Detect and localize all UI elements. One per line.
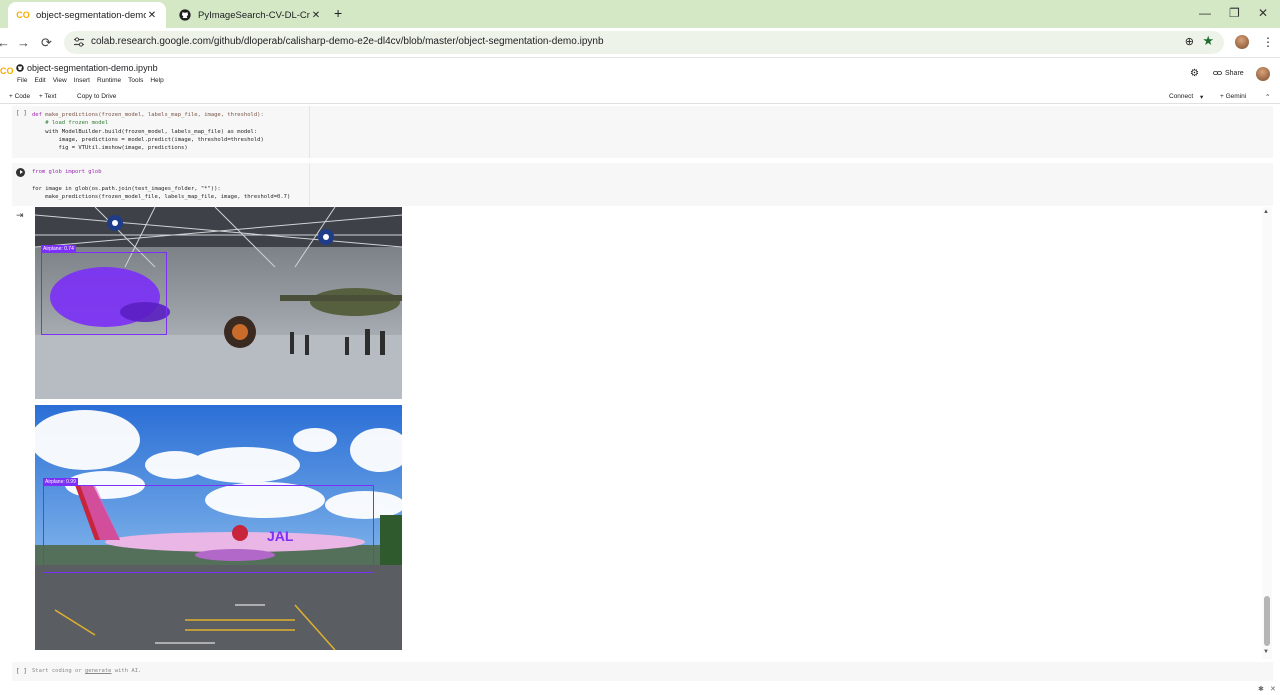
status-close-icon[interactable]: ✕ [1270,685,1276,693]
code-line: with ModelBuilder.build(frozen_model, la… [32,128,258,135]
menu-view[interactable]: View [53,77,67,84]
tab-title: object-segmentation-demo.ipy [36,9,146,21]
code-line: from glob import glob [32,169,102,175]
cell-divider [309,163,310,206]
notebook-title-text: object-segmentation-demo.ipynb [27,63,158,73]
code-cell[interactable]: from glob import glob for image in glob(… [12,163,1273,206]
github-icon [16,64,24,72]
empty-code-cell[interactable]: [ ] Start coding or generate with AI. [12,662,1273,681]
tab-colab[interactable]: CO object-segmentation-demo.ipy ✕ [8,2,166,28]
gemini-button[interactable]: + Gemini [1220,93,1246,100]
reload-button[interactable]: ⟳ [41,35,52,51]
connect-button[interactable]: Connect [1169,93,1193,100]
output-image-airliner: JAL Airplane: 0.99 [35,405,402,650]
minimize-button[interactable]: — [1199,6,1211,20]
copy-to-drive-button[interactable]: Copy to Drive [77,93,116,100]
generate-link[interactable]: generate [85,668,112,674]
url-text: colab.research.google.com/github/dlopera… [91,36,604,47]
detection-box: Airplane: 0.99 [43,478,374,573]
notebook-toolbar: + Code + Text Copy to Drive Connect ▾ + … [0,89,1280,104]
colab-header: CO object-segmentation-demo.ipynb File E… [0,59,1280,89]
code-line: image, predictions = model.predict(image… [32,136,264,143]
output-scrollbar-thumb[interactable] [1264,596,1270,646]
add-code-button[interactable]: + Code [9,93,30,100]
placeholder-text: with AI. [111,668,142,674]
colab-logo[interactable]: CO [0,66,14,76]
run-cell-button[interactable] [16,168,25,177]
close-tab-icon[interactable]: ✕ [310,10,322,21]
placeholder-text: Start coding or [32,668,85,674]
cell-divider [309,106,310,158]
add-text-button[interactable]: + Text [39,93,56,100]
link-icon [1213,71,1222,75]
scroll-up-arrow[interactable]: ▲ [1263,209,1269,215]
restore-button[interactable]: ❐ [1229,6,1240,20]
code-cell[interactable]: [ ] def make_predictions(frozen_model, l… [12,106,1273,158]
collapse-header-icon[interactable]: ⌃ [1265,93,1270,101]
status-gear-icon[interactable]: ✱ [1258,685,1264,693]
address-bar[interactable]: colab.research.google.com/github/dlopera… [64,31,1224,54]
menu-tools[interactable]: Tools [128,77,143,84]
close-window-button[interactable]: ✕ [1258,6,1268,20]
output-scrollbar-track[interactable] [1262,207,1272,659]
cell-output: Airplane: 0.74 JAL Airplane: 0.99 [30,206,1262,659]
back-button[interactable]: ← [0,35,10,50]
detection-label: Airplane: 0.74 [41,245,76,253]
code-editor[interactable]: def make_predictions(frozen_model, label… [32,111,264,152]
code-editor[interactable]: from glob import glob for image in glob(… [32,168,290,201]
zoom-icon[interactable]: ⊕ [1185,35,1194,48]
site-info-icon[interactable] [73,36,85,48]
new-tab-button[interactable]: + [334,5,342,21]
settings-gear-icon[interactable]: ⚙ [1190,68,1199,79]
browser-toolbar: ← → ⟳ colab.research.google.com/github/d… [0,28,1280,58]
execution-count: [ ] [16,668,27,675]
output-toggle-icon[interactable]: ⇥ [16,210,24,221]
menu-file[interactable]: File [17,77,27,84]
bookmark-star-icon[interactable]: ★ [1202,33,1214,49]
code-line: make_predictions(frozen_model_file, labe… [32,193,291,200]
browser-tab-strip: CO object-segmentation-demo.ipy ✕ PyImag… [0,0,1280,28]
code-line: fig = VTUtil.imshow(image, predictions) [32,145,188,152]
tab-title: PyImageSearch-CV-DL-CrashC [198,9,310,21]
close-tab-icon[interactable]: ✕ [146,10,158,21]
forward-button[interactable]: → [17,35,30,50]
code-line: # load frozen model [32,120,109,127]
github-icon [178,8,192,22]
output-image-hangar: Airplane: 0.74 [35,207,402,399]
notebook-title[interactable]: object-segmentation-demo.ipynb [16,63,158,73]
menu-help[interactable]: Help [150,77,163,84]
connect-dropdown-icon[interactable]: ▾ [1200,93,1203,101]
tab-github[interactable]: PyImageSearch-CV-DL-CrashC ✕ [170,2,330,28]
detection-box: Airplane: 0.74 [41,245,167,335]
menu-edit[interactable]: Edit [34,77,45,84]
menu-insert[interactable]: Insert [74,77,90,84]
menu-runtime[interactable]: Runtime [97,77,121,84]
detection-label: Airplane: 0.99 [43,478,78,486]
share-label: Share [1225,69,1244,77]
code-line: make_predictions(frozen_model, labels_ma… [45,112,264,118]
scroll-down-arrow[interactable]: ▼ [1263,649,1269,655]
cell-placeholder[interactable]: Start coding or generate with AI. [32,668,141,674]
menu-bar: File Edit View Insert Runtime Tools Help [17,77,164,84]
colab-icon: CO [16,10,30,20]
profile-avatar[interactable] [1235,35,1249,49]
execution-count: [ ] [16,110,27,117]
user-avatar[interactable] [1256,67,1270,81]
share-button[interactable]: Share [1209,66,1248,80]
browser-menu-icon[interactable]: ⋮ [1262,35,1274,49]
code-line: for image in glob(os.path.join(test_imag… [32,185,221,192]
